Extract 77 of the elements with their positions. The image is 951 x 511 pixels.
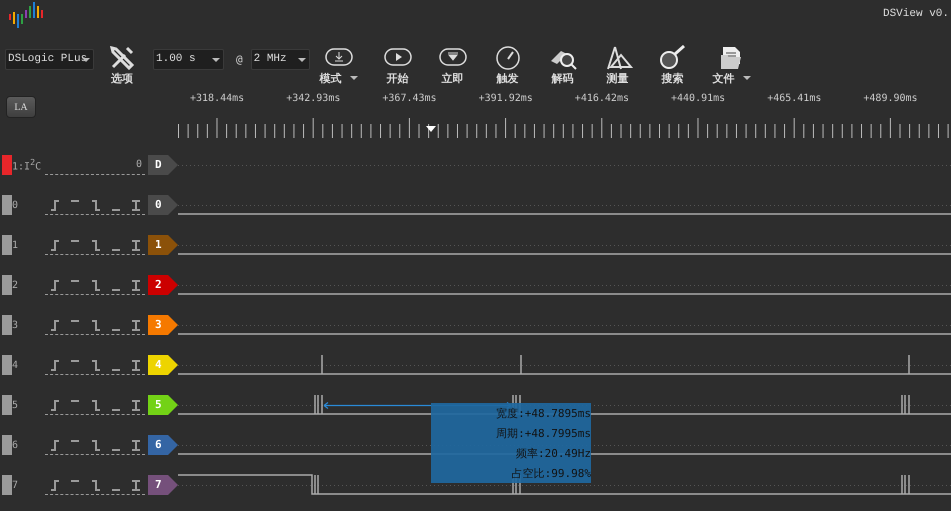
measure-button[interactable]: 测量 xyxy=(602,44,633,86)
window-title: DSView v0. xyxy=(882,8,949,20)
rising-edge-icon[interactable] xyxy=(49,358,61,372)
channel-name: 1 xyxy=(12,240,20,250)
channel-marker[interactable] xyxy=(2,155,12,175)
time-label: +318.44ms xyxy=(190,93,244,104)
channel-name: 2 xyxy=(12,280,20,290)
time-label: +342.93ms xyxy=(286,93,340,104)
any-edge-icon[interactable] xyxy=(130,238,142,252)
time-label: +416.42ms xyxy=(574,93,629,104)
channel-tag[interactable]: 2 xyxy=(148,275,178,295)
instant-button[interactable]: 立即 xyxy=(438,44,468,86)
time-label: +367.43ms xyxy=(382,93,437,104)
rising-edge-icon[interactable] xyxy=(49,438,61,452)
time-label: +465.41ms xyxy=(767,93,822,104)
any-edge-icon[interactable] xyxy=(130,198,142,212)
rising-edge-icon[interactable] xyxy=(49,238,61,252)
channel-tag[interactable]: D xyxy=(148,155,178,175)
sample-rate-select[interactable]: 2 MHz xyxy=(250,48,310,70)
channel-name: 7 xyxy=(12,480,20,490)
channel-tag[interactable]: 1 xyxy=(148,235,178,255)
time-label: +489.90ms xyxy=(863,93,918,104)
channel-name: 3 xyxy=(12,320,20,330)
channel-tag[interactable]: 6 xyxy=(148,435,178,455)
rising-edge-icon[interactable] xyxy=(49,198,61,212)
duration-select[interactable]: 1.00 s xyxy=(153,48,224,70)
decode-button[interactable]: 解码 xyxy=(548,44,578,86)
falling-edge-icon[interactable] xyxy=(90,478,102,492)
rising-edge-icon[interactable] xyxy=(49,278,61,292)
falling-edge-icon[interactable] xyxy=(90,438,102,452)
any-edge-icon[interactable] xyxy=(130,278,142,292)
search-button[interactable]: 搜索 xyxy=(658,44,688,86)
channel-tag[interactable]: 7 xyxy=(148,475,178,495)
falling-edge-icon[interactable] xyxy=(90,278,102,292)
any-edge-icon[interactable] xyxy=(130,438,142,452)
channel-name: 1:I$^{2}$C xyxy=(12,157,42,173)
channel-tag[interactable]: 0 xyxy=(148,195,178,215)
falling-edge-icon[interactable] xyxy=(90,318,102,332)
any-edge-icon[interactable] xyxy=(130,358,142,372)
start-button[interactable]: 开始 xyxy=(382,44,413,86)
file-button[interactable]: 文件 xyxy=(712,44,751,86)
at-sign: @ xyxy=(236,52,243,66)
rising-edge-icon[interactable] xyxy=(49,318,61,332)
rising-edge-icon[interactable] xyxy=(49,398,61,412)
measurement-text: 周期:+48.7995ms xyxy=(496,426,591,440)
any-edge-icon[interactable] xyxy=(130,398,142,412)
falling-edge-icon[interactable] xyxy=(90,238,102,252)
any-edge-icon[interactable] xyxy=(130,318,142,332)
falling-edge-icon[interactable] xyxy=(90,358,102,372)
any-edge-icon[interactable] xyxy=(130,478,142,492)
search-icon xyxy=(658,44,688,70)
channel-name: 5 xyxy=(12,400,20,410)
measurement-text: 频率:20.49Hz xyxy=(516,446,591,460)
la-button[interactable]: LA xyxy=(6,96,36,118)
channel-marker[interactable] xyxy=(2,395,12,415)
measurement-text: 宽度:+48.7895ms xyxy=(496,406,591,420)
trigger-button[interactable]: 触发 xyxy=(492,44,523,86)
channel-marker[interactable] xyxy=(2,435,12,455)
time-label: +440.91ms xyxy=(671,93,726,104)
channel-name: 0 xyxy=(12,200,20,210)
channel-marker[interactable] xyxy=(2,315,12,335)
decoder-value: 0 xyxy=(136,159,142,170)
channel-name: 6 xyxy=(12,440,20,450)
rising-edge-icon[interactable] xyxy=(49,478,61,492)
measurement-text: 占空比:99.98% xyxy=(512,466,591,480)
channel-marker[interactable] xyxy=(2,475,12,495)
channel-marker[interactable] xyxy=(2,195,12,215)
channel-name: 4 xyxy=(12,360,20,370)
cursor-marker-icon[interactable] xyxy=(426,126,436,132)
falling-edge-icon[interactable] xyxy=(90,198,102,212)
channel-marker[interactable] xyxy=(2,355,12,375)
options-button[interactable]: 选项 xyxy=(107,44,137,86)
falling-edge-icon[interactable] xyxy=(90,398,102,412)
channel-marker[interactable] xyxy=(2,235,12,255)
time-label: +391.92ms xyxy=(478,93,533,104)
mode-button[interactable]: 模式 xyxy=(320,44,358,86)
channel-marker[interactable] xyxy=(2,275,12,295)
